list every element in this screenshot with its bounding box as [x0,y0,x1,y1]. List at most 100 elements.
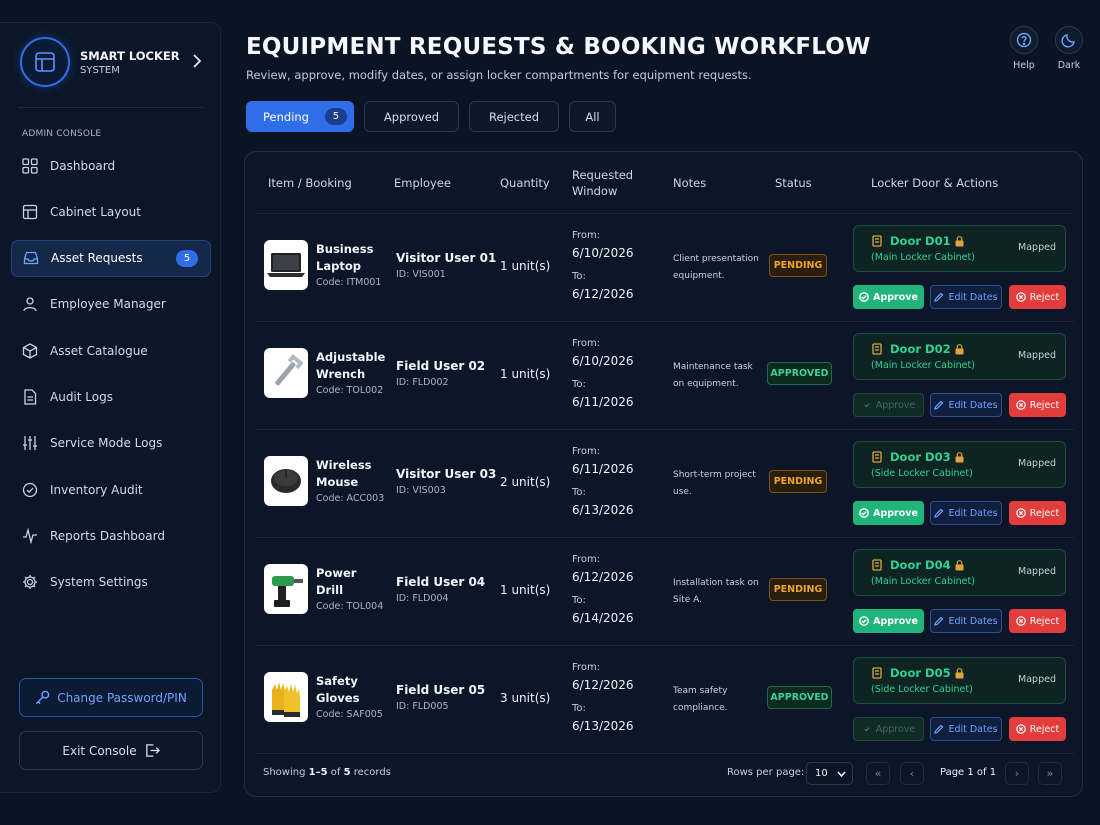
locker-door: Door D05 [872,666,964,680]
sliders-icon [21,434,39,452]
last-page-button[interactable]: » [1038,762,1062,785]
sidebar-item-audit-logs[interactable]: Audit Logs [11,378,211,415]
edit-dates-button[interactable]: Edit Dates [930,609,1002,633]
locker-logo-icon [20,37,70,87]
dark-mode-toggle[interactable] [1055,26,1083,54]
sidebar-item-employee-manager[interactable]: Employee Manager [11,286,211,323]
approve-label: Approve [873,291,918,303]
sidebar-nav: Dashboard Cabinet Layout Asset Requests … [11,147,211,610]
employee-id: ID: FLD004 [396,593,449,604]
pencil-icon [934,292,944,302]
reject-button[interactable]: Reject [1009,393,1066,417]
reject-button[interactable]: Reject [1009,717,1066,741]
sidebar-item-dashboard[interactable]: Dashboard [11,147,211,184]
edit-dates-label: Edit Dates [948,291,998,303]
check-icon [864,727,870,732]
edit-dates-button[interactable]: Edit Dates [930,285,1002,309]
reject-button[interactable]: Reject [1009,285,1066,309]
mapped-label: Mapped [1018,674,1056,685]
check-icon [859,508,869,518]
door-label: Door D04 [890,558,951,572]
door-icon [872,235,882,247]
column-header-item: Item / Booking [268,176,352,190]
locker-door-card[interactable]: Door D05 (Side Locker Cabinet) Mapped [853,657,1066,704]
from-label: From: [572,446,601,457]
exit-console-label: Exit Console [62,743,137,758]
exit-console-button[interactable]: Exit Console [19,731,203,770]
approve-button[interactable]: Approve [853,501,924,525]
help-button[interactable] [1010,26,1038,54]
tab-approved[interactable]: Approved [364,101,459,132]
sidebar-item-reports-dashboard[interactable]: Reports Dashboard [11,517,211,554]
employee-id: ID: VIS003 [396,485,446,496]
edit-dates-label: Edit Dates [948,399,998,411]
document-icon [21,388,39,406]
row-divider [255,753,1074,754]
item-name: Wireless Mouse [316,458,372,489]
sidebar-item-service-mode-logs[interactable]: Service Mode Logs [11,425,211,462]
locker-door-card[interactable]: Door D02 (Main Locker Cabinet) Mapped [853,333,1066,380]
rows-per-page-select[interactable]: 10 [806,762,853,785]
records-summary: Showing 1–5 of 5 records [263,767,391,778]
reject-button[interactable]: Reject [1009,501,1066,525]
change-password-button[interactable]: Change Password/PIN [19,678,203,717]
page-title: EQUIPMENT REQUESTS & BOOKING WORKFLOW [246,34,871,60]
sidebar-divider [18,107,203,108]
sidebar-item-label: Service Mode Logs [50,436,163,451]
sidebar-item-asset-requests[interactable]: Asset Requests 5 [11,239,211,277]
to-label: To: [572,379,586,390]
reject-label: Reject [1029,723,1060,735]
locker-door: Door D04 [872,558,964,572]
approve-button[interactable]: Approve [853,393,924,417]
notes: Maintenance task on equipment. [673,362,753,389]
tab-rejected[interactable]: Rejected [469,101,559,132]
logout-icon [145,744,160,757]
sidebar-item-inventory-audit[interactable]: Inventory Audit [11,471,211,508]
door-icon [872,667,882,679]
lock-icon [955,559,964,570]
inbox-icon [22,249,40,267]
edit-dates-button[interactable]: Edit Dates [930,501,1002,525]
notes: Installation task on Site A. [673,578,759,605]
reject-button[interactable]: Reject [1009,609,1066,633]
locker-door-card[interactable]: Door D04 (Main Locker Cabinet) Mapped [853,549,1066,596]
double-chevron-right-icon: » [1046,767,1054,780]
lock-icon [955,235,964,246]
from-label: From: [572,230,601,241]
edit-dates-button[interactable]: Edit Dates [930,717,1002,741]
item-code: Code: ACC003 [316,493,385,504]
approve-button[interactable]: Approve [853,285,924,309]
from-label: From: [572,554,601,565]
first-page-button[interactable]: « [866,762,890,785]
edit-dates-label: Edit Dates [948,723,998,735]
brand[interactable]: SMART LOCKER SYSTEM [20,37,202,87]
edit-dates-button[interactable]: Edit Dates [930,393,1002,417]
approve-button[interactable]: Approve [853,609,924,633]
column-header-window: Requested Window [572,168,634,198]
locker-door-card[interactable]: Door D01 (Main Locker Cabinet) Mapped [853,225,1066,272]
sidebar-item-label: Dashboard [50,158,116,173]
sidebar-item-label: Asset Requests [51,251,143,266]
chevron-right-icon[interactable] [192,54,202,72]
status-badge: PENDING [769,254,827,277]
from-date: 6/11/2026 [572,462,634,476]
tab-all[interactable]: All [569,101,616,132]
approve-button[interactable]: Approve [853,717,924,741]
activity-icon [21,527,39,545]
sidebar-item-label: Cabinet Layout [50,204,141,219]
tab-pending[interactable]: Pending 5 [246,101,354,132]
mapped-label: Mapped [1018,242,1056,253]
x-circle-icon [1015,724,1026,734]
next-page-button[interactable]: › [1005,762,1029,785]
reject-label: Reject [1029,615,1060,627]
reject-label: Reject [1029,291,1060,303]
locker-door-card[interactable]: Door D03 (Side Locker Cabinet) Mapped [853,441,1066,488]
approve-label: Approve [873,615,918,627]
double-chevron-left-icon: « [874,767,882,780]
from-label: From: [572,662,601,673]
sidebar-item-cabinet-layout[interactable]: Cabinet Layout [11,193,211,230]
prev-page-button[interactable]: ‹ [900,762,924,785]
sidebar-item-asset-catalogue[interactable]: Asset Catalogue [11,332,211,369]
sidebar-item-system-settings[interactable]: System Settings [11,564,211,601]
door-label: Door D05 [890,666,951,680]
